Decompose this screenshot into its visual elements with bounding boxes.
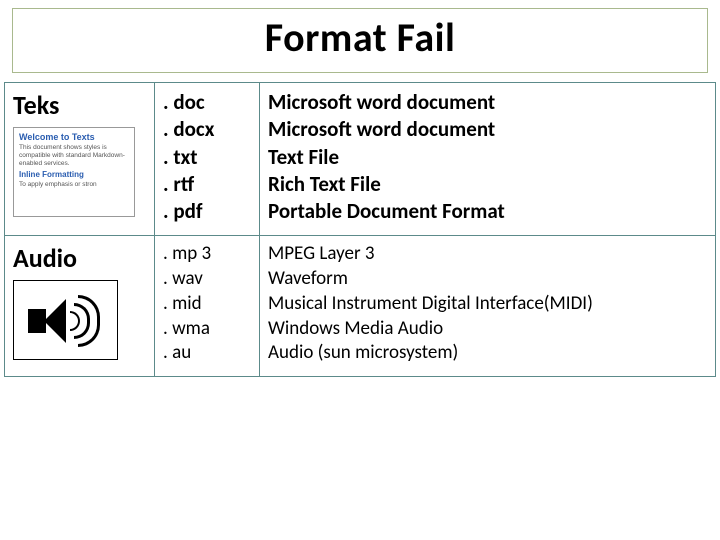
slide: Format Fail Teks Welcome to Texts This d… <box>0 0 720 540</box>
extension: . mid <box>163 292 251 317</box>
slide-title: Format Fail <box>13 13 707 62</box>
descriptions-cell: Microsoft word document Microsoft word d… <box>260 83 716 236</box>
table-row: Audio . mp 3 . wav . mid . wma . au <box>5 236 716 376</box>
extension: . doc <box>163 89 251 116</box>
description: Waveform <box>268 267 707 292</box>
thumb-heading: Welcome to Texts <box>19 132 129 142</box>
text-document-thumbnail-icon: Welcome to Texts This document shows sty… <box>13 127 135 217</box>
description: Microsoft word document <box>268 89 707 116</box>
description: Rich Text File <box>268 171 707 198</box>
extension: . txt <box>163 144 251 171</box>
category-cell: Teks Welcome to Texts This document show… <box>5 83 155 236</box>
description: Text File <box>268 144 707 171</box>
description: Audio (sun microsystem) <box>268 341 707 366</box>
extensions-cell: . doc . docx . txt . rtf . pdf <box>155 83 260 236</box>
extension: . pdf <box>163 198 251 225</box>
extensions-cell: . mp 3 . wav . mid . wma . au <box>155 236 260 376</box>
description: Microsoft word document <box>268 116 707 143</box>
thumb-paragraph: This document shows styles is compatible… <box>19 144 129 167</box>
description: MPEG Layer 3 <box>268 242 707 267</box>
thumb-paragraph: To apply emphasis or stron <box>19 181 129 189</box>
descriptions-cell: MPEG Layer 3 Waveform Musical Instrument… <box>260 236 716 376</box>
extension: . mp 3 <box>163 242 251 267</box>
format-table: Teks Welcome to Texts This document show… <box>4 82 716 377</box>
category-label: Audio <box>13 242 146 274</box>
title-box: Format Fail <box>12 8 708 73</box>
description: Windows Media Audio <box>268 317 707 342</box>
category-cell: Audio <box>5 236 155 376</box>
table-row: Teks Welcome to Texts This document show… <box>5 83 716 236</box>
category-label: Teks <box>13 89 146 121</box>
description: Portable Document Format <box>268 198 707 225</box>
description: Musical Instrument Digital Interface(MID… <box>268 292 707 317</box>
thumb-subheading: Inline Formatting <box>19 170 129 179</box>
speaker-audio-icon <box>13 280 118 360</box>
extension: . rtf <box>163 171 251 198</box>
extension: . au <box>163 341 251 366</box>
extension: . wma <box>163 317 251 342</box>
extension: . wav <box>163 267 251 292</box>
extension: . docx <box>163 116 251 143</box>
